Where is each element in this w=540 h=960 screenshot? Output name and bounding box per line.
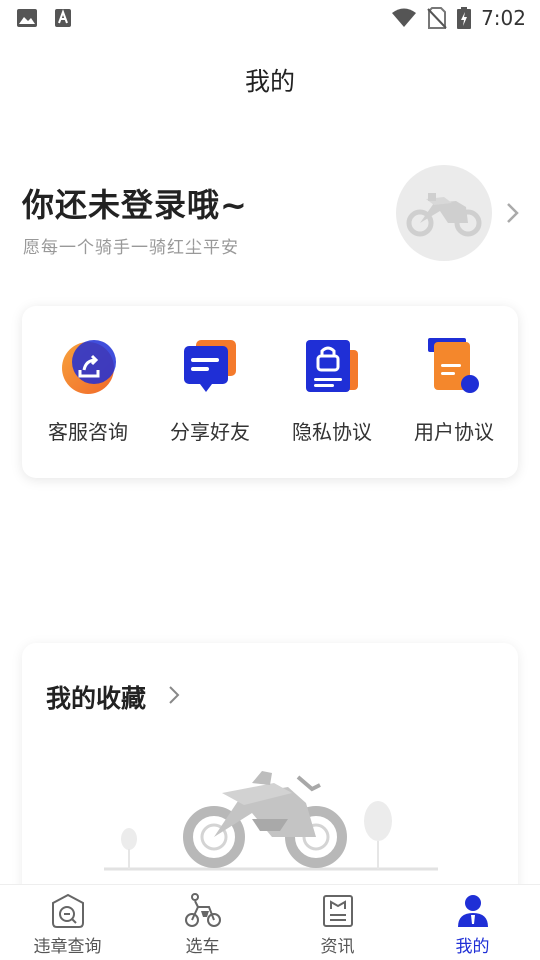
tab-label: 我的 — [455, 937, 490, 957]
login-banner[interactable]: 你还未登录哦~ 愿每一个骑手一骑红尘平安 — [0, 160, 540, 270]
page-title: 我的 — [244, 67, 295, 96]
tab-choose-bike[interactable]: 选车 — [135, 885, 270, 960]
tab-label: 资讯 — [320, 937, 355, 957]
avatar[interactable] — [396, 165, 492, 261]
battery-charging-icon — [457, 7, 472, 29]
tab-label: 选车 — [185, 937, 220, 957]
profile-icon — [457, 895, 488, 927]
no-sim-icon — [427, 7, 447, 29]
privacy-lock-icon — [306, 340, 358, 392]
service-label: 分享好友 — [170, 420, 250, 444]
service-privacy-agreement[interactable]: 隐私协议 — [270, 306, 394, 478]
tab-violation-query[interactable]: 违章查询 — [0, 885, 135, 960]
services-card: 客服咨询 分享好友 隐私协议 用户协议 — [22, 306, 518, 478]
service-customer-service[interactable]: 客服咨询 — [26, 306, 150, 478]
share-chat-icon — [184, 340, 236, 392]
service-label: 隐私协议 — [292, 420, 372, 444]
violation-query-icon — [51, 893, 84, 928]
image-notification-icon — [17, 9, 37, 27]
wifi-icon — [392, 8, 417, 27]
tab-news[interactable]: 资讯 — [270, 885, 405, 960]
customer-service-icon — [62, 340, 116, 394]
motorcycle-icon — [406, 193, 482, 237]
status-time: 7:02 — [481, 6, 526, 30]
chevron-right-icon[interactable] — [166, 684, 182, 706]
user-agreement-icon — [428, 338, 479, 393]
service-label: 用户协议 — [414, 420, 494, 444]
bottom-tab-bar: 违章查询 选车 资讯 我的 — [0, 884, 540, 960]
text-notification-icon — [55, 9, 71, 27]
service-label: 客服咨询 — [48, 420, 128, 444]
login-heading[interactable]: 你还未登录哦~ — [22, 180, 248, 226]
news-icon — [322, 895, 353, 927]
choose-bike-icon — [184, 893, 221, 927]
service-user-agreement[interactable]: 用户协议 — [392, 306, 516, 478]
status-bar: 7:02 — [0, 0, 540, 36]
tab-profile[interactable]: 我的 — [405, 885, 540, 960]
chevron-right-icon[interactable] — [502, 200, 522, 226]
login-subtitle: 愿每一个骑手一骑红尘平安 — [23, 238, 239, 258]
empty-motorcycle-illustration — [104, 771, 438, 871]
tab-label: 违章查询 — [33, 937, 102, 957]
service-share-friends[interactable]: 分享好友 — [148, 306, 272, 478]
favorites-title[interactable]: 我的收藏 — [46, 679, 146, 715]
